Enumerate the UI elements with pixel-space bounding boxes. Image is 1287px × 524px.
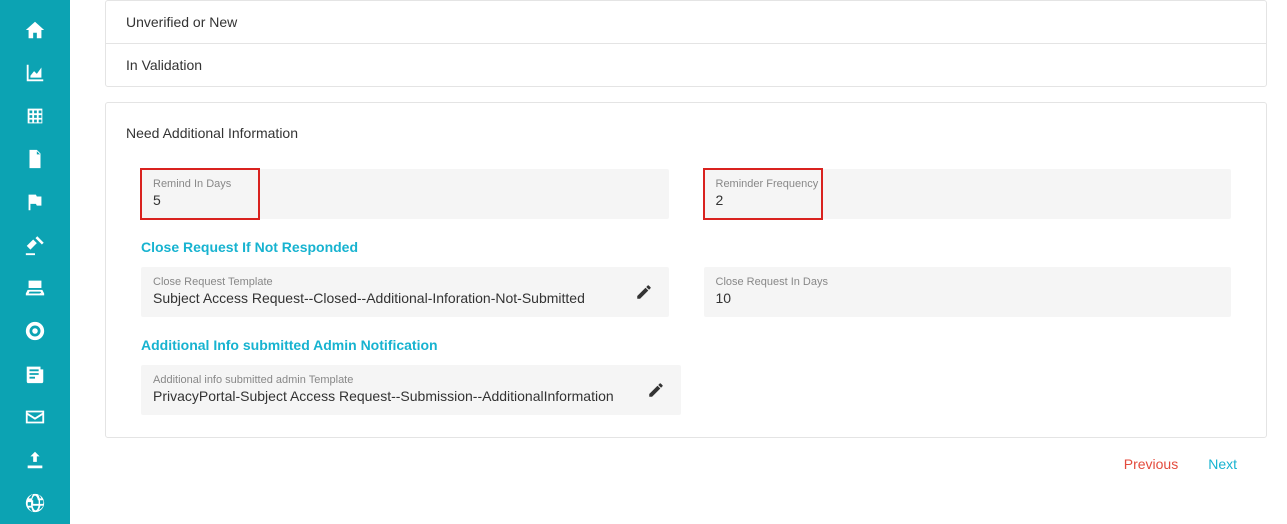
admin-template-label: Additional info submitted admin Template xyxy=(153,374,643,386)
sidebar-item-mail[interactable] xyxy=(0,395,70,438)
sidebar xyxy=(0,0,70,524)
admin-notification-heading: Additional Info submitted Admin Notifica… xyxy=(106,317,1266,365)
status-panel: Unverified or New In Validation xyxy=(105,0,1267,87)
edit-close-template-button[interactable] xyxy=(631,279,657,305)
mail-icon xyxy=(24,406,46,428)
card-title: Need Additional Information xyxy=(106,125,1266,169)
spacer xyxy=(716,365,1232,415)
sidebar-item-gavel[interactable] xyxy=(0,223,70,266)
close-request-days-label: Close Request In Days xyxy=(716,276,1220,288)
sidebar-item-chart[interactable] xyxy=(0,51,70,94)
sidebar-item-drive[interactable] xyxy=(0,266,70,309)
sidebar-item-home[interactable] xyxy=(0,8,70,51)
reminder-frequency-label: Reminder Frequency xyxy=(716,178,1220,190)
status-row-in-validation[interactable]: In Validation xyxy=(106,44,1266,86)
sidebar-item-lifebuoy[interactable] xyxy=(0,309,70,352)
document-icon xyxy=(24,148,46,170)
need-additional-info-card: Need Additional Information Remind In Da… xyxy=(105,102,1267,438)
sidebar-item-upload[interactable] xyxy=(0,438,70,481)
chart-icon xyxy=(24,62,46,84)
footer-actions: Previous Next xyxy=(105,438,1267,472)
admin-template-value: PrivacyPortal-Subject Access Request--Su… xyxy=(153,388,614,404)
remind-in-days-label: Remind In Days xyxy=(153,178,657,190)
close-request-days-field[interactable]: Close Request In Days 10 xyxy=(704,267,1232,317)
next-button[interactable]: Next xyxy=(1208,456,1237,472)
sidebar-item-grid[interactable] xyxy=(0,94,70,137)
main-content: Unverified or New In Validation Need Add… xyxy=(70,0,1287,524)
lifebuoy-icon xyxy=(24,320,46,342)
close-request-template-value: Subject Access Request--Closed--Addition… xyxy=(153,290,585,306)
pencil-icon xyxy=(647,381,665,399)
sidebar-item-document[interactable] xyxy=(0,137,70,180)
close-request-template-label: Close Request Template xyxy=(153,276,631,288)
news-icon xyxy=(24,363,46,385)
drive-icon xyxy=(24,277,46,299)
home-icon xyxy=(24,19,46,41)
reminder-frequency-field[interactable]: Reminder Frequency 2 xyxy=(704,169,1232,219)
gavel-icon xyxy=(24,234,46,256)
close-request-heading: Close Request If Not Responded xyxy=(106,219,1266,267)
upload-icon xyxy=(24,449,46,471)
flag-icon xyxy=(24,191,46,213)
globe-icon xyxy=(24,492,46,514)
sidebar-item-globe[interactable] xyxy=(0,481,70,524)
close-request-template-field[interactable]: Close Request Template Subject Access Re… xyxy=(141,267,669,317)
remind-in-days-field[interactable]: Remind In Days 5 xyxy=(141,169,669,219)
previous-button[interactable]: Previous xyxy=(1124,456,1178,472)
pencil-icon xyxy=(635,283,653,301)
edit-admin-template-button[interactable] xyxy=(643,377,669,403)
remind-in-days-value: 5 xyxy=(153,192,161,208)
status-row-unverified[interactable]: Unverified or New xyxy=(106,1,1266,44)
reminder-frequency-value: 2 xyxy=(716,192,724,208)
close-request-days-value: 10 xyxy=(716,290,732,306)
admin-template-field[interactable]: Additional info submitted admin Template… xyxy=(141,365,681,415)
sidebar-item-news[interactable] xyxy=(0,352,70,395)
grid-icon xyxy=(24,105,46,127)
sidebar-item-flag[interactable] xyxy=(0,180,70,223)
